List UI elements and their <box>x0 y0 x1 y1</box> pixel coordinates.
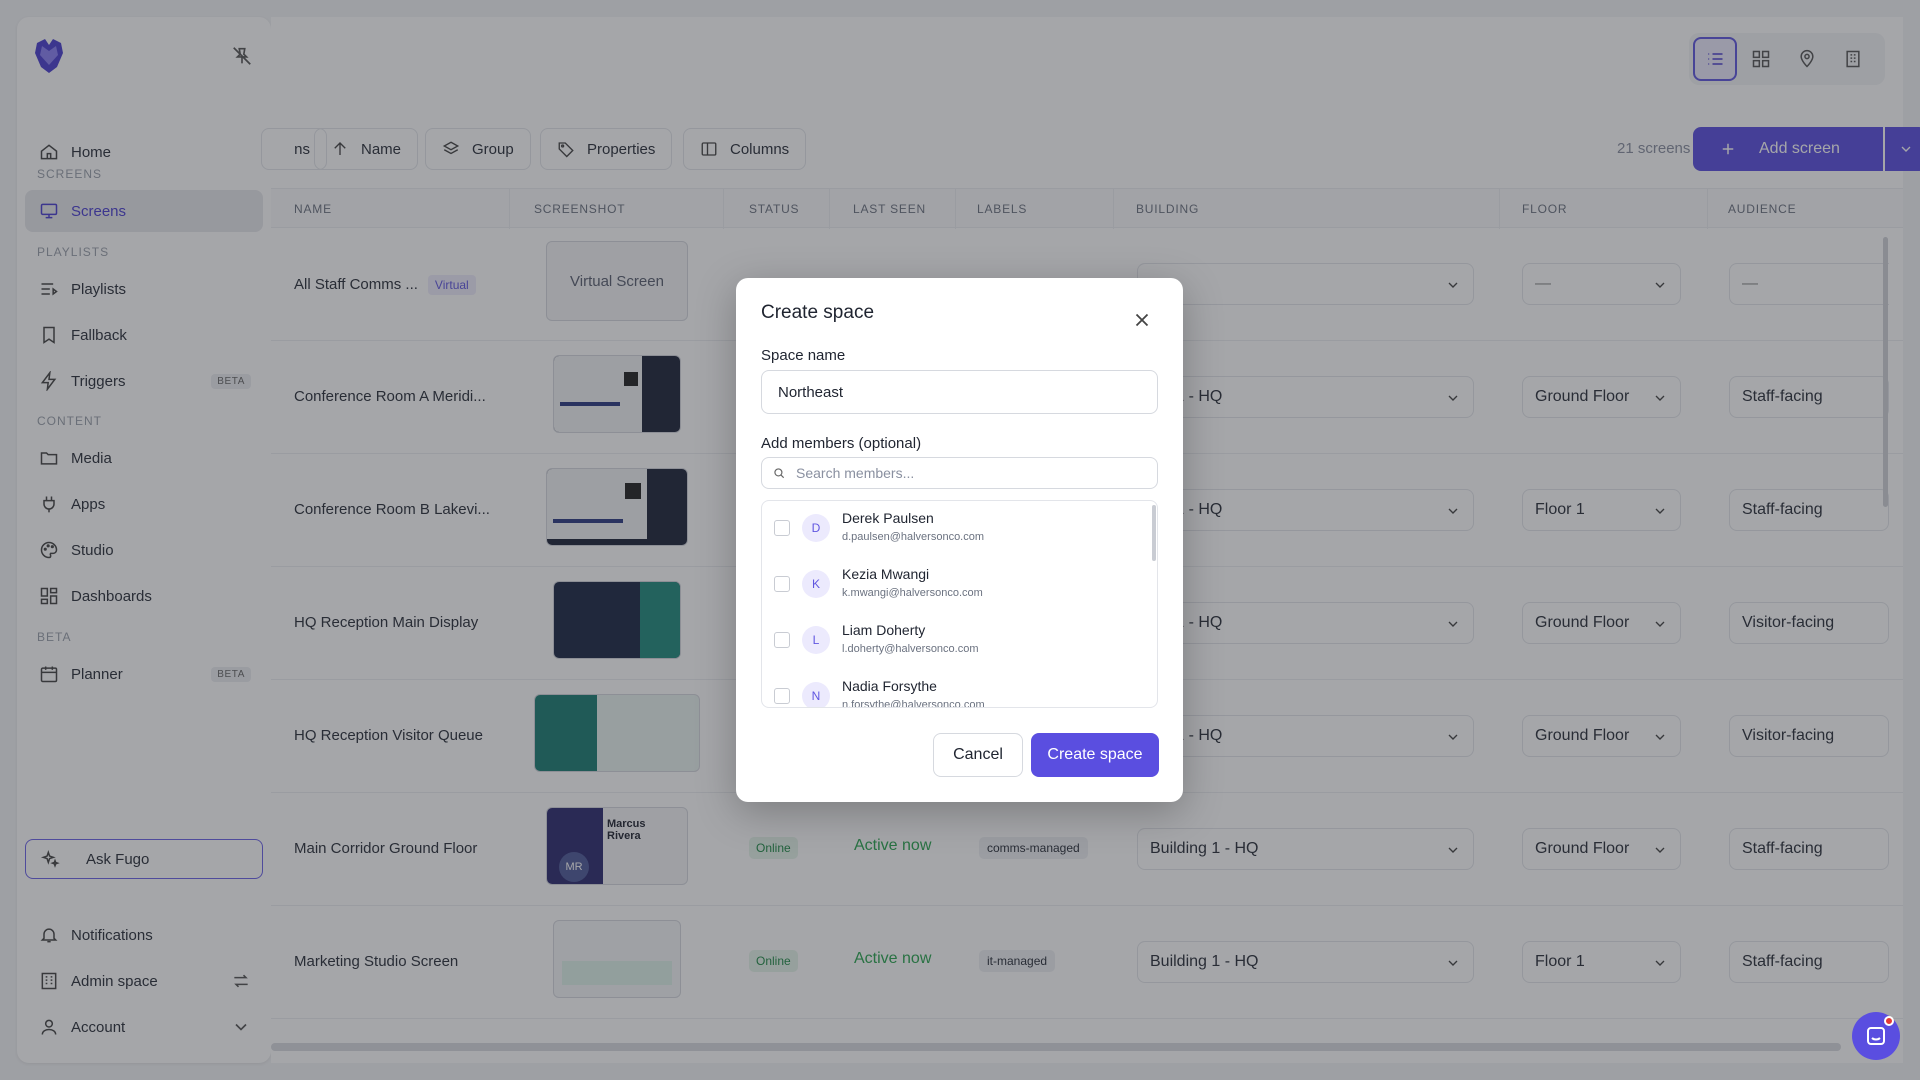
members-label: Add members (optional) <box>761 435 922 452</box>
member-list-scrollbar[interactable] <box>1152 505 1156 561</box>
member-list: D Derek Paulsen d.paulsen@halversonco.co… <box>761 500 1158 708</box>
space-name-label: Space name <box>761 347 846 364</box>
search-placeholder: Search members... <box>796 465 915 481</box>
avatar: L <box>802 626 830 654</box>
space-name-input[interactable]: Northeast <box>761 370 1158 414</box>
notification-dot <box>1884 1016 1894 1026</box>
dialog-title: Create space <box>761 302 875 323</box>
avatar: D <box>802 514 830 542</box>
member-name: Liam Doherty <box>842 622 926 638</box>
app-root: Home SCREENS Screens PLAYLISTS Playlists… <box>0 0 1920 1080</box>
chat-icon <box>1867 1027 1885 1045</box>
member-email: k.mwangi@halversonco.com <box>842 587 983 599</box>
member-email: n.forsythe@halversonco.com <box>842 699 985 708</box>
cancel-button[interactable]: Cancel <box>933 733 1023 777</box>
support-chat-button[interactable] <box>1852 1012 1900 1060</box>
search-icon <box>774 468 785 479</box>
list-item[interactable]: D Derek Paulsen d.paulsen@halversonco.co… <box>762 501 1152 557</box>
list-item[interactable]: K Kezia Mwangi k.mwangi@halversonco.com <box>762 557 1152 613</box>
member-name: Derek Paulsen <box>842 510 934 526</box>
member-checkbox[interactable] <box>774 576 790 592</box>
member-email: d.paulsen@halversonco.com <box>842 531 985 543</box>
member-name: Kezia Mwangi <box>842 566 930 582</box>
member-checkbox[interactable] <box>774 688 790 704</box>
member-name: Nadia Forsythe <box>842 678 937 694</box>
member-search-input[interactable]: Search members... <box>761 457 1158 489</box>
member-email: l.doherty@halversonco.com <box>842 643 979 655</box>
avatar: N <box>802 682 830 707</box>
member-checkbox[interactable] <box>774 632 790 648</box>
member-checkbox[interactable] <box>774 520 790 536</box>
create-space-button[interactable]: Create space <box>1031 733 1159 777</box>
create-space-dialog: Create space Space name Northeast Add me… <box>736 278 1183 802</box>
close-icon[interactable] <box>1131 309 1153 331</box>
list-item[interactable]: N Nadia Forsythe n.forsythe@halversonco.… <box>762 669 1152 708</box>
avatar: K <box>802 570 830 598</box>
list-item[interactable]: L Liam Doherty l.doherty@halversonco.com <box>762 613 1152 669</box>
